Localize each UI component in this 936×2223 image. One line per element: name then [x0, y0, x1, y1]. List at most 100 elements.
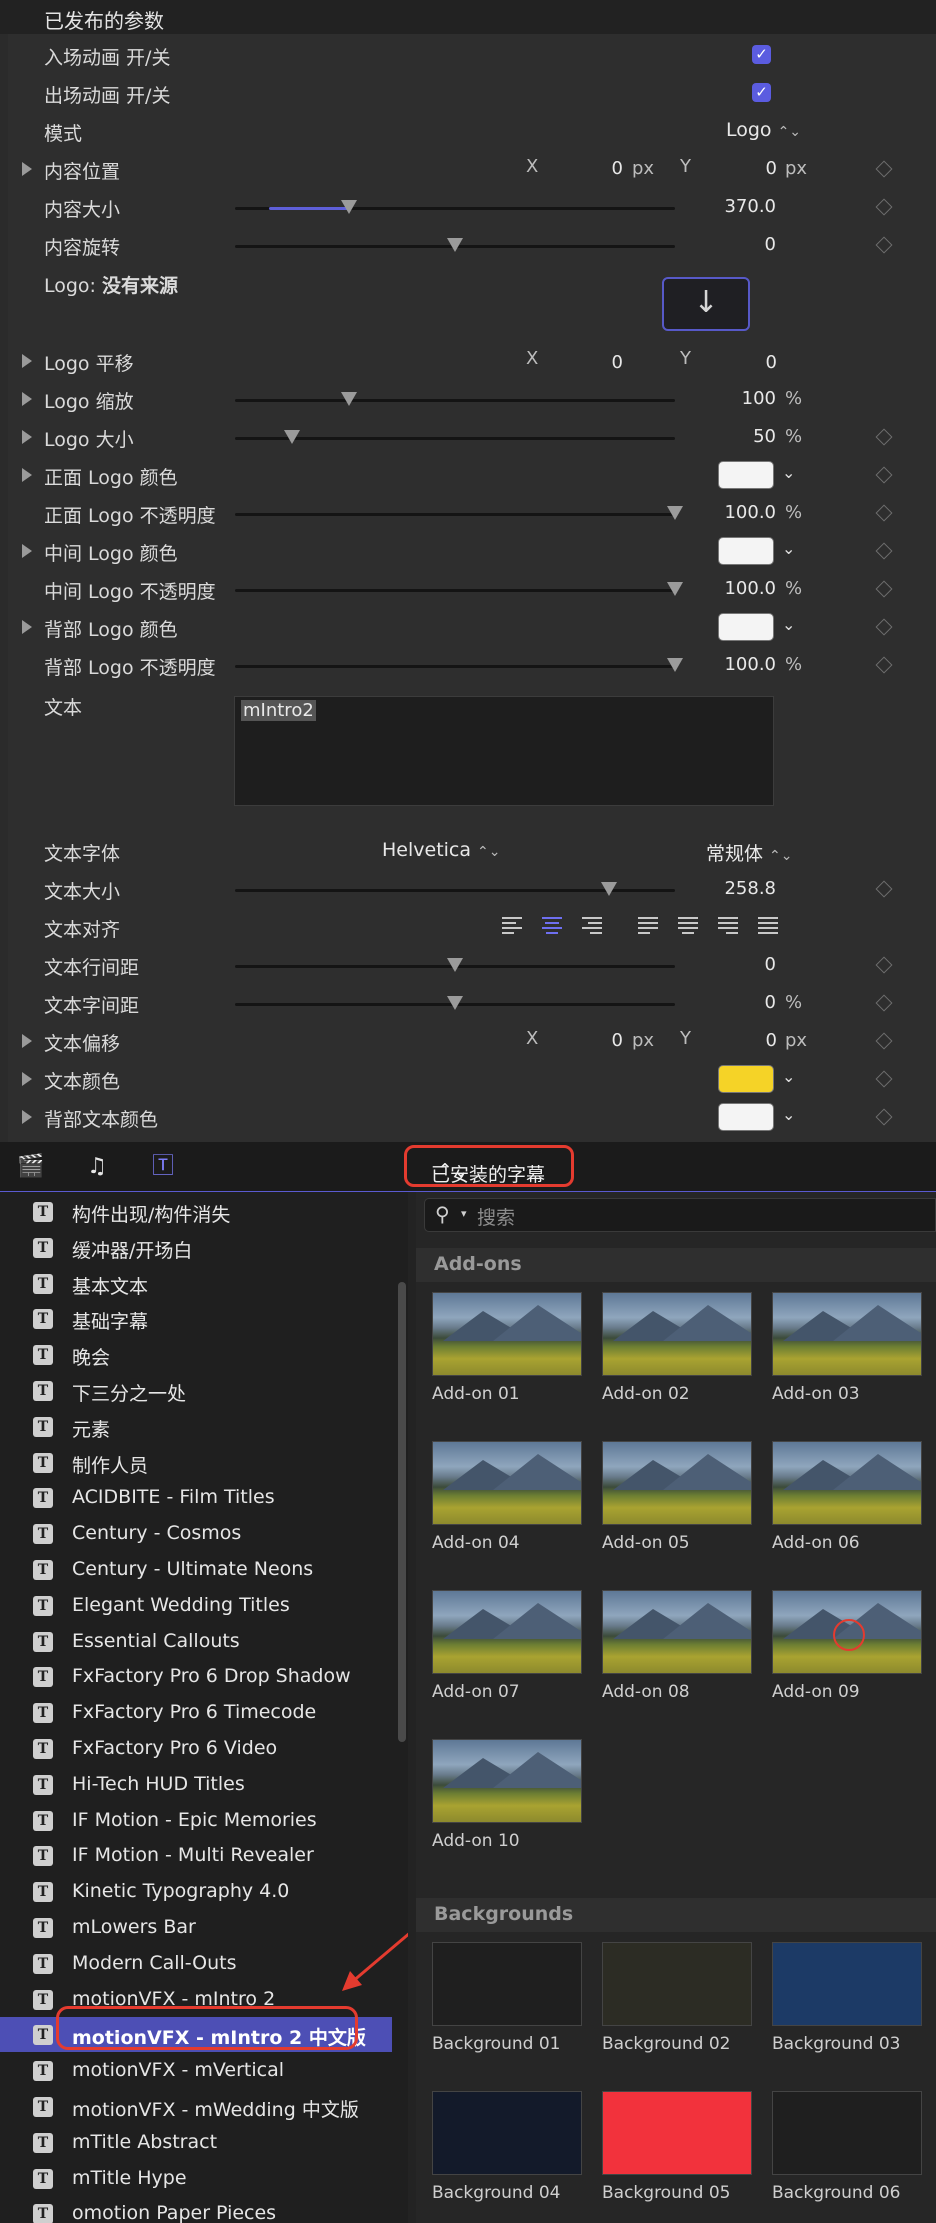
- list-item[interactable]: TmTitle Abstract: [0, 2125, 392, 2160]
- list-item[interactable]: TmLowers Bar: [0, 1910, 392, 1945]
- keyframe-icon[interactable]: [875, 542, 893, 560]
- color-swatch[interactable]: [718, 1065, 774, 1093]
- line-spacing-slider[interactable]: [235, 958, 675, 972]
- keyframe-icon[interactable]: [875, 994, 893, 1012]
- title-tile[interactable]: Add-on 03: [772, 1292, 922, 1404]
- list-item[interactable]: T 下三分之一处: [0, 1373, 392, 1408]
- list-item[interactable]: TmotionVFX - mWedding 中文版: [0, 2089, 392, 2124]
- title-tile[interactable]: Background 03: [772, 1942, 922, 2054]
- value[interactable]: 0: [656, 954, 776, 975]
- list-item[interactable]: T ACIDBITE - Film Titles: [0, 1480, 392, 1515]
- title-tile[interactable]: Add-on 06: [772, 1441, 922, 1553]
- content-rotation-slider[interactable]: [235, 238, 675, 252]
- value[interactable]: 370.0: [656, 196, 776, 217]
- keyframe-icon[interactable]: [875, 504, 893, 522]
- search-field[interactable]: ⚲ ▾ 搜索: [424, 1198, 936, 1232]
- slider-knob[interactable]: [447, 958, 463, 972]
- disclosure-triangle-icon[interactable]: [22, 392, 32, 406]
- title-tile[interactable]: Add-on 04: [432, 1441, 582, 1553]
- list-item[interactable]: T Modern Call-Outs: [0, 1946, 392, 1981]
- keyframe-icon[interactable]: [875, 1108, 893, 1126]
- x-value[interactable]: 0: [503, 352, 623, 373]
- title-tile[interactable]: Add-on 08: [602, 1590, 752, 1702]
- title-tile[interactable]: Background 02: [602, 1942, 752, 2054]
- content-size-slider[interactable]: [235, 200, 675, 214]
- value[interactable]: 100.0: [656, 578, 776, 599]
- title-tile[interactable]: Background 04: [432, 2091, 582, 2203]
- justify-full-icon[interactable]: [758, 917, 778, 934]
- list-item[interactable]: T 缓冲器/开场白: [0, 1230, 392, 1265]
- slider-knob[interactable]: [341, 200, 358, 214]
- align-center-icon[interactable]: [542, 917, 562, 934]
- title-tile[interactable]: Add-on 10: [432, 1739, 582, 1851]
- keyframe-icon[interactable]: [875, 236, 893, 254]
- text-size-slider[interactable]: [235, 882, 675, 896]
- title-tile[interactable]: Add-on 01: [432, 1292, 582, 1404]
- disclosure-triangle-icon[interactable]: [22, 354, 32, 368]
- logo-image-well[interactable]: ↓: [662, 277, 750, 331]
- slider-knob[interactable]: [284, 430, 301, 444]
- keyframe-icon[interactable]: [875, 956, 893, 974]
- y-value[interactable]: 0: [657, 158, 777, 179]
- mid-opacity-slider[interactable]: [235, 582, 683, 596]
- font-style-popup[interactable]: 常规体 ⌃⌄: [706, 839, 792, 866]
- title-tile[interactable]: Add-on 07: [432, 1590, 582, 1702]
- y-value[interactable]: 0: [657, 1030, 777, 1051]
- disclosure-triangle-icon[interactable]: [22, 468, 32, 482]
- logo-scale-slider[interactable]: [235, 392, 675, 406]
- chevron-down-icon[interactable]: ⌄: [782, 463, 795, 482]
- front-opacity-slider[interactable]: [235, 506, 683, 520]
- char-spacing-slider[interactable]: [235, 996, 675, 1010]
- chevron-down-icon[interactable]: ⌄: [782, 1067, 795, 1086]
- color-swatch[interactable]: [718, 613, 774, 641]
- music-icon[interactable]: ♫: [82, 1154, 112, 1180]
- keyframe-icon[interactable]: [875, 580, 893, 598]
- keyframe-icon[interactable]: [875, 466, 893, 484]
- justify-left-icon[interactable]: [638, 917, 658, 934]
- intro-anim-checkbox[interactable]: ✓: [752, 45, 771, 64]
- keyframe-icon[interactable]: [875, 198, 893, 216]
- list-item[interactable]: T 基础字幕: [0, 1301, 392, 1336]
- justify-center-icon[interactable]: [678, 917, 698, 934]
- list-item[interactable]: T 基本文本: [0, 1266, 392, 1301]
- disclosure-triangle-icon[interactable]: [22, 1110, 32, 1124]
- keyframe-icon[interactable]: [875, 880, 893, 898]
- list-item[interactable]: T Century - Cosmos: [0, 1516, 392, 1551]
- color-swatch[interactable]: [718, 537, 774, 565]
- keyframe-icon[interactable]: [875, 160, 893, 178]
- font-family-popup[interactable]: Helvetica ⌃⌄: [382, 839, 500, 861]
- list-item[interactable]: T IF Motion - Epic Memories: [0, 1803, 392, 1838]
- titles-icon[interactable]: 🅃: [148, 1154, 178, 1180]
- disclosure-triangle-icon[interactable]: [22, 544, 32, 558]
- library-select[interactable]: 已安装的字幕 ⌃⌄: [404, 1145, 574, 1187]
- outro-anim-checkbox[interactable]: ✓: [752, 83, 771, 102]
- list-item[interactable]: T FxFactory Pro 6 Timecode: [0, 1695, 392, 1730]
- list-item[interactable]: T 制作人员: [0, 1445, 392, 1480]
- list-item[interactable]: T 构件出现/构件消失: [0, 1194, 392, 1229]
- list-item[interactable]: T IF Motion - Multi Revealer: [0, 1838, 392, 1873]
- mode-popup[interactable]: Logo ⌃⌄: [726, 119, 801, 141]
- disclosure-triangle-icon[interactable]: [22, 1072, 32, 1086]
- list-item[interactable]: TmTitle Hype: [0, 2161, 392, 2196]
- disclosure-triangle-icon[interactable]: [22, 620, 32, 634]
- disclosure-triangle-icon[interactable]: [22, 430, 32, 444]
- logo-size-slider[interactable]: [235, 430, 675, 444]
- title-tile[interactable]: Add-on 02: [602, 1292, 752, 1404]
- list-item[interactable]: T Hi-Tech HUD Titles: [0, 1767, 392, 1802]
- title-tile[interactable]: Background 01: [432, 1942, 582, 2054]
- x-value[interactable]: 0: [503, 1030, 623, 1051]
- keyframe-icon[interactable]: [875, 428, 893, 446]
- chevron-down-icon[interactable]: ⌄: [782, 1105, 795, 1124]
- value[interactable]: 100: [656, 388, 776, 409]
- disclosure-triangle-icon[interactable]: [22, 162, 32, 176]
- title-tile[interactable]: Add-on 09: [772, 1590, 922, 1702]
- text-field[interactable]: mIntro2: [234, 696, 774, 806]
- keyframe-icon[interactable]: [875, 618, 893, 636]
- color-swatch[interactable]: [718, 1103, 774, 1131]
- value[interactable]: 100.0: [656, 502, 776, 523]
- value[interactable]: 0: [656, 992, 776, 1013]
- y-value[interactable]: 0: [657, 352, 777, 373]
- list-item[interactable]: T 元素: [0, 1409, 392, 1444]
- list-item[interactable]: T Kinetic Typography 4.0: [0, 1874, 392, 1909]
- value[interactable]: 50: [656, 426, 776, 447]
